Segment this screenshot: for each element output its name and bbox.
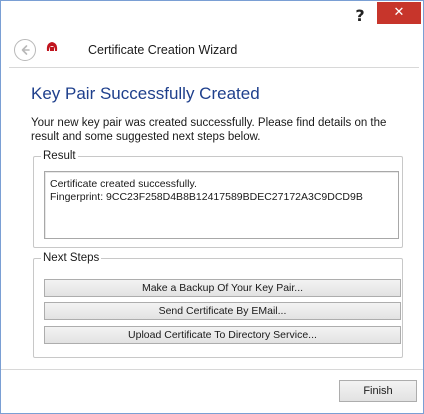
result-group: Result Certificate created successfully.…: [33, 150, 403, 248]
wizard-window: ? ✕ Certificate Creation Wizard Key Pair…: [0, 0, 424, 414]
next-steps-legend: Next Steps: [41, 252, 102, 264]
help-button[interactable]: ?: [345, 5, 375, 27]
app-logo-icon: [46, 42, 58, 51]
intro-text: Your new key pair was created successful…: [31, 117, 387, 143]
result-status-line: Certificate created successfully.: [50, 178, 197, 190]
upload-certificate-directory-button[interactable]: Upload Certificate To Directory Service.…: [44, 326, 401, 344]
page-title: Key Pair Successfully Created: [31, 84, 260, 103]
result-legend: Result: [41, 150, 78, 162]
title-bar: ? ✕: [1, 1, 423, 31]
wizard-header: Certificate Creation Wizard: [1, 31, 423, 67]
wizard-footer: Finish: [1, 369, 423, 413]
send-certificate-email-button[interactable]: Send Certificate By EMail...: [44, 302, 401, 320]
back-arrow-icon: [21, 45, 30, 55]
backup-key-pair-button[interactable]: Make a Backup Of Your Key Pair...: [44, 279, 401, 297]
wizard-page: Key Pair Successfully Created Your new k…: [9, 67, 419, 369]
back-button[interactable]: [14, 39, 36, 61]
wizard-title: Certificate Creation Wizard: [88, 43, 238, 57]
result-textbox[interactable]: Certificate created successfully. Finger…: [44, 171, 399, 239]
fingerprint-line: Fingerprint: 9CC23F258D4B8B12417589BDEC2…: [50, 191, 363, 203]
next-steps-group: Next Steps Make a Backup Of Your Key Pai…: [33, 252, 403, 358]
close-button[interactable]: ✕: [377, 2, 421, 24]
finish-button[interactable]: Finish: [339, 380, 417, 402]
